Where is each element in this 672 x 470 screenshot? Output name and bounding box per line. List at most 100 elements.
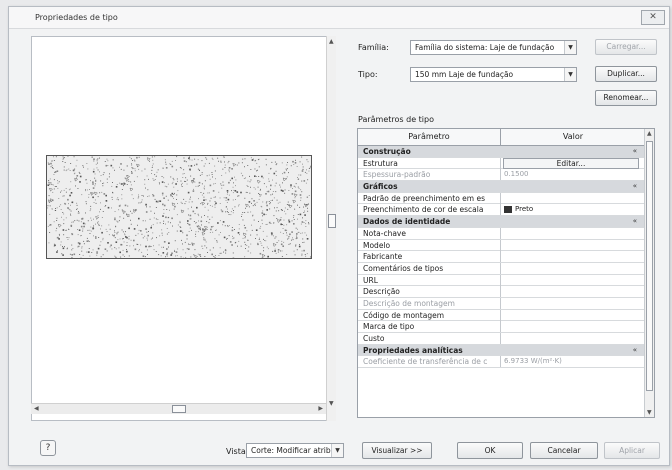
parameter-row[interactable]: Fabricante [358,251,645,263]
scroll-up-arrow-icon[interactable]: ▲ [329,38,334,45]
parameter-name: Coeficiente de transferência de c [358,356,501,368]
parameter-name: Descrição de montagem [358,297,501,309]
preview-vertical-scrollbar[interactable]: ▲ ▼ [326,36,336,421]
family-dropdown[interactable]: Família do sistema: Laje de fundação ▼ [410,40,577,55]
family-value: Família do sistema: Laje de fundação [415,43,555,52]
group-header-row[interactable]: Gráficos « [358,181,645,193]
group-header-row[interactable]: Propriedades analíticas « [358,344,645,357]
parameter-row[interactable]: Estrutura Editar... [358,157,645,170]
parameter-value[interactable] [501,310,645,321]
floor-slab-section-preview [46,155,312,259]
chevron-down-icon[interactable]: ▼ [331,444,343,457]
grid-vertical-scrollbar[interactable]: ▲ ▼ [644,129,654,417]
scroll-up-arrow-icon[interactable]: ▲ [647,130,652,137]
type-parameters-grid: Parâmetro Valor Construção «Estrutura Edit… [357,128,655,418]
parameter-name: Estrutura [358,157,501,169]
parameter-name: Custo [358,333,501,344]
parameter-value [501,298,645,309]
type-dropdown[interactable]: 150 mm Laje de fundação ▼ [410,67,577,82]
rename-button[interactable]: Renomear... [595,90,657,106]
parameter-row[interactable]: Padrão de preenchimento em es [358,192,645,205]
parameter-name: Fabricante [358,251,501,263]
parameter-value[interactable]: Editar... [501,157,645,169]
collapse-icon[interactable]: « [633,216,637,227]
parameter-row[interactable]: Nota-chave [358,227,645,240]
parameter-value[interactable] [501,251,645,262]
parameter-value[interactable]: Preto [501,204,645,215]
parameter-name: Código de montagem [358,309,501,321]
concrete-hatch-pattern [47,156,311,258]
scroll-right-arrow-icon[interactable]: ▶ [318,405,323,412]
parameter-row[interactable]: Descrição [358,286,645,298]
family-label: Família: [358,43,389,52]
parameter-value[interactable] [501,275,645,286]
type-label: Tipo: [358,70,378,79]
scroll-thumb[interactable] [646,141,653,391]
chevron-down-icon[interactable]: ▼ [564,41,576,54]
title-bar[interactable]: Propriedades de tipo ✕ [9,7,669,29]
parameter-row[interactable]: URL [358,274,645,287]
type-value: 150 mm Laje de fundação [415,70,514,79]
parameter-row[interactable]: Comentários de tipos [358,262,645,275]
collapse-icon[interactable]: « [633,345,637,356]
parameter-row[interactable]: Espessura-padrão 0.1500 [358,169,645,182]
scroll-down-arrow-icon[interactable]: ▼ [647,409,652,416]
chevron-down-icon[interactable]: ▼ [564,68,576,81]
parameter-row[interactable]: Código de montagem [358,309,645,322]
preview-button[interactable]: Visualizar >> [362,442,432,459]
collapse-icon[interactable]: « [633,146,637,157]
parameter-value[interactable] [501,228,645,239]
parameter-name: Nota-chave [358,227,501,239]
preview-pane[interactable] [31,36,336,421]
group-label: Construção [363,147,411,156]
parameter-row[interactable]: Marca de tipo [358,321,645,333]
apply-button[interactable]: Aplicar [604,442,660,459]
group-label: Propriedades analíticas [363,345,463,355]
ok-button[interactable]: OK [457,442,523,459]
parameter-row[interactable]: Preenchimento de cor de escala Preto [358,204,645,217]
group-header-row[interactable]: Construção « [358,146,645,158]
parameter-row[interactable]: Modelo [358,239,645,252]
load-button[interactable]: Carregar... [595,39,657,55]
cancel-button[interactable]: Cancelar [530,442,598,459]
parameter-value: 6.9733 W/(m²·K) [504,357,562,366]
parameter-name: Padrão de preenchimento em es [358,192,501,204]
scroll-thumb[interactable] [172,405,186,413]
parameter-value: 0.1500 [504,170,529,179]
parameter-value[interactable] [501,263,645,274]
parameter-row[interactable]: Coeficiente de transferência de c 6.9733 … [358,356,645,369]
group-header-row[interactable]: Dados de identidade « [358,216,645,228]
grid-header: Parâmetro Valor [358,129,645,146]
group-label: Gráficos [363,182,398,192]
parameter-rows: Construção «Estrutura Editar... Espessura-p… [358,146,645,369]
type-parameters-label: Parâmetros de tipo [358,115,435,124]
parameter-name: Preenchimento de cor de escala [358,204,501,216]
view-value: Corte: Modificar atrib [251,446,331,455]
column-header-value[interactable]: Valor [501,129,645,145]
scroll-thumb[interactable] [328,214,336,228]
scroll-left-arrow-icon[interactable]: ◀ [34,405,39,412]
duplicate-button[interactable]: Duplicar... [595,66,657,82]
preview-horizontal-scrollbar[interactable]: ◀ ▶ [31,403,326,414]
parameter-value[interactable] [501,333,645,344]
parameter-value[interactable] [501,240,645,251]
group-label: Dados de identidade [363,217,451,227]
view-dropdown[interactable]: Corte: Modificar atrib ▼ [246,443,344,458]
color-swatch [504,205,512,213]
parameter-name: URL [358,274,501,286]
parameter-row[interactable]: Descrição de montagem [358,297,645,310]
parameter-name: Modelo [358,239,501,251]
dialog-title: Propriedades de tipo [35,13,118,22]
collapse-icon[interactable]: « [633,181,637,192]
parameter-value[interactable] [501,286,645,297]
close-button[interactable]: ✕ [641,10,665,25]
parameter-name: Marca de tipo [358,321,501,333]
parameter-value[interactable] [501,321,645,332]
column-header-parameter[interactable]: Parâmetro [358,129,501,145]
scroll-down-arrow-icon[interactable]: ▼ [329,400,334,407]
parameter-row[interactable]: Custo [358,333,645,345]
parameter-value[interactable] [501,193,645,204]
edit-structure-button[interactable]: Editar... [503,157,639,169]
help-icon[interactable]: ? [40,440,56,456]
color-name: Preto [515,205,534,214]
